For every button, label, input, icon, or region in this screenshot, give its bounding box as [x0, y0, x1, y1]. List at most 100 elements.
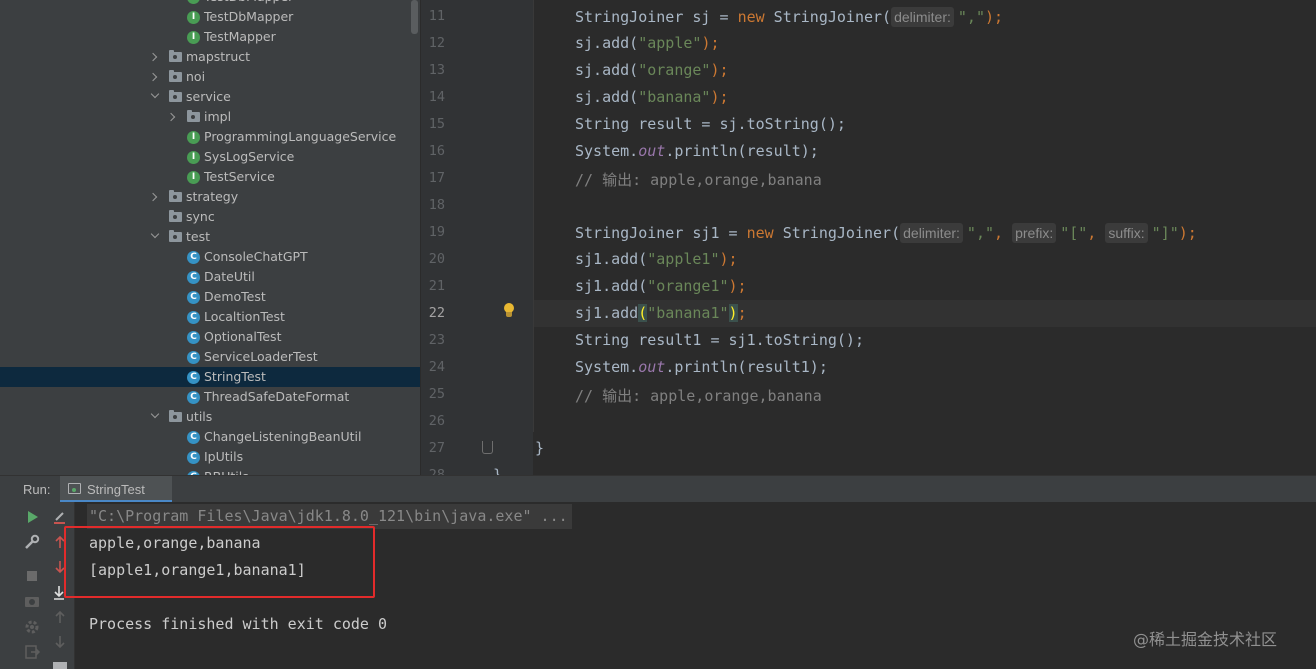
- tree-item[interactable]: I TestMapper: [0, 27, 420, 47]
- line-number: 28: [428, 467, 445, 475]
- interface-icon: I: [187, 0, 200, 4]
- chevron-down-icon[interactable]: [149, 87, 161, 107]
- line-number: 26: [428, 413, 445, 429]
- class-icon: C: [187, 291, 200, 304]
- code-line-19: StringJoiner sj1 = new StringJoiner(deli…: [575, 223, 1197, 243]
- tree-item[interactable]: mapstruct: [0, 47, 420, 67]
- chevron-right-icon[interactable]: [149, 187, 161, 207]
- line-number: 25: [428, 386, 445, 402]
- folder-icon: [169, 230, 182, 242]
- fold-marker-icon[interactable]: [482, 441, 493, 454]
- tree-item-label: service: [186, 89, 231, 104]
- class-icon: C: [187, 311, 200, 324]
- tree-item-label: strategy: [186, 189, 239, 204]
- tree-item[interactable]: C ServiceLoaderTest: [0, 347, 420, 367]
- tree-item[interactable]: I SysLogService: [0, 147, 420, 167]
- code-line-12: sj.add("apple");: [575, 34, 720, 52]
- code-line-24: System.out.println(result1);: [575, 358, 828, 376]
- tree-item-label: TestService: [204, 169, 275, 184]
- arrow-down-icon[interactable]: [51, 633, 69, 651]
- intention-bulb-icon[interactable]: [502, 302, 516, 320]
- tree-item[interactable]: impl: [0, 107, 420, 127]
- tree-item-label: impl: [204, 109, 232, 124]
- line-number: 11: [428, 8, 445, 24]
- code-line-22: sj1.add("banana1");: [575, 304, 747, 322]
- chevron-down-icon[interactable]: [149, 227, 161, 247]
- class-icon: C: [187, 391, 200, 404]
- console-exit-message: Process finished with exit code 0: [89, 615, 388, 633]
- watermark: @稀土掘金技术社区: [1133, 630, 1278, 649]
- tree-item-label: DateUtil: [204, 269, 255, 284]
- tree-item-label: TestDbMapper: [204, 0, 293, 7]
- tree-item-label: TestDbMapper: [204, 9, 294, 24]
- chevron-right-icon[interactable]: [149, 67, 161, 87]
- arrow-up-icon[interactable]: [51, 608, 69, 626]
- wrench-icon[interactable]: [23, 533, 41, 551]
- line-number: 27: [428, 440, 445, 456]
- run-tab-stringtest[interactable]: StringTest: [60, 476, 172, 503]
- class-icon: C: [187, 251, 200, 264]
- tree-item[interactable]: sync: [0, 207, 420, 227]
- param-hint: suffix:: [1105, 223, 1148, 243]
- class-icon: C: [187, 331, 200, 344]
- tree-item[interactable]: I ProgrammingLanguageService: [0, 127, 420, 147]
- code-line-14: sj.add("banana");: [575, 88, 729, 106]
- line-number: 22: [428, 305, 445, 321]
- tree-item[interactable]: I TestService: [0, 167, 420, 187]
- tree-item-label: noi: [186, 69, 206, 84]
- tree-item-label: ServiceLoaderTest: [204, 349, 318, 364]
- print-icon[interactable]: [51, 658, 69, 669]
- tree-item[interactable]: C StringTest: [0, 367, 420, 387]
- line-number: 18: [428, 197, 445, 213]
- line-number: 17: [428, 170, 445, 186]
- line-number: 20: [428, 251, 445, 267]
- highlight-box: [64, 526, 375, 598]
- tree-item[interactable]: noi: [0, 67, 420, 87]
- rerun-icon[interactable]: [23, 508, 41, 526]
- tree-item-label: IpUtils: [204, 449, 244, 464]
- clear-console-icon[interactable]: [51, 508, 69, 526]
- indent-guide: [533, 0, 534, 432]
- tree-item[interactable]: C ChangeListeningBeanUtil: [0, 427, 420, 447]
- class-icon: C: [187, 371, 200, 384]
- interface-icon: I: [187, 151, 200, 164]
- tree-item[interactable]: CRBUtils: [0, 467, 420, 475]
- class-icon: C: [187, 351, 200, 364]
- tree-item[interactable]: service: [0, 87, 420, 107]
- tree-item[interactable]: I TestDbMapper: [0, 0, 420, 7]
- tree-item[interactable]: test: [0, 227, 420, 247]
- line-number: 12: [428, 35, 445, 51]
- tree-item[interactable]: C DateUtil: [0, 267, 420, 287]
- tree-item[interactable]: I TestDbMapper: [0, 7, 420, 27]
- tree-item-label: RBUtils: [204, 467, 249, 475]
- project-tree-scrollbar[interactable]: [411, 0, 418, 34]
- tree-item-label: LocaltionTest: [204, 309, 285, 324]
- tree-item[interactable]: C LocaltionTest: [0, 307, 420, 327]
- tree-item[interactable]: strategy: [0, 187, 420, 207]
- project-tree-rows: I TestDbMapper I TestDbMapper I TestMapper map…: [0, 0, 420, 475]
- interface-icon: I: [187, 11, 200, 24]
- chevron-right-icon[interactable]: [149, 47, 161, 67]
- tree-item[interactable]: utils: [0, 407, 420, 427]
- stop-icon[interactable]: [23, 567, 41, 585]
- folder-icon: [169, 90, 182, 102]
- tree-item[interactable]: C ThreadSafeDateFormat: [0, 387, 420, 407]
- project-tree[interactable]: I TestDbMapper I TestDbMapper I TestMapper map…: [0, 0, 420, 475]
- camera-icon[interactable]: [23, 592, 41, 610]
- folder-icon: [169, 210, 182, 222]
- tree-item[interactable]: C OptionalTest: [0, 327, 420, 347]
- run-panel-header: Run: StringTest: [0, 475, 1316, 503]
- tree-item-label: ConsoleChatGPT: [204, 249, 308, 264]
- exit-icon[interactable]: [23, 643, 41, 661]
- settings-gear-icon[interactable]: [23, 618, 41, 636]
- tree-item[interactable]: C DemoTest: [0, 287, 420, 307]
- bracket-match: ): [728, 304, 738, 322]
- folder-icon: [169, 410, 182, 422]
- chevron-down-icon[interactable]: [149, 407, 161, 427]
- line-number: 21: [428, 278, 445, 294]
- chevron-right-icon[interactable]: [167, 107, 179, 127]
- line-number: 13: [428, 62, 445, 78]
- line-number: 14: [428, 89, 445, 105]
- tree-item[interactable]: C IpUtils: [0, 447, 420, 467]
- tree-item[interactable]: C ConsoleChatGPT: [0, 247, 420, 267]
